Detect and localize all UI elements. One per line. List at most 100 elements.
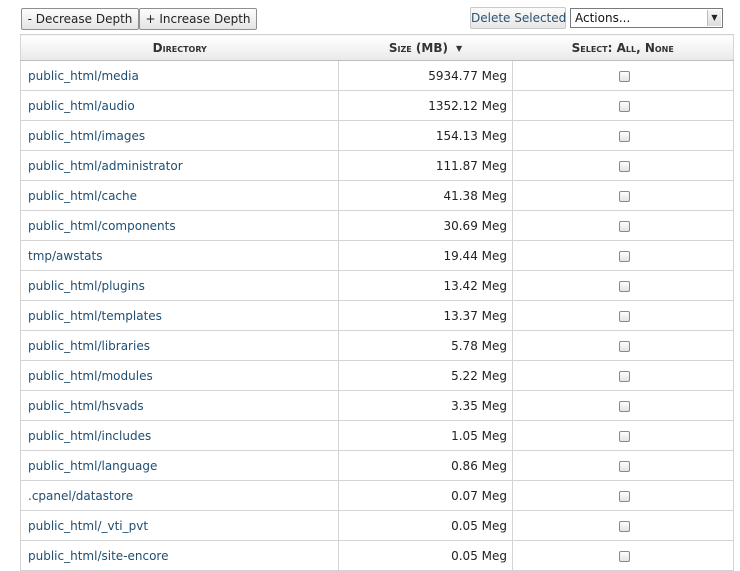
table-row: public_html/language 0.86 Meg xyxy=(20,450,734,481)
row-checkbox[interactable] xyxy=(618,250,630,262)
directory-column-header[interactable]: Directory xyxy=(20,34,339,61)
table-row: public_html/_vti_pvt 0.05 Meg xyxy=(20,510,734,541)
row-checkbox[interactable] xyxy=(618,460,630,472)
select-cell xyxy=(512,360,734,391)
size-cell: 5.22 Meg xyxy=(338,360,513,391)
size-cell: 0.05 Meg xyxy=(338,540,513,571)
size-cell: 5.78 Meg xyxy=(338,330,513,361)
directory-link[interactable]: public_html/audio xyxy=(28,99,135,113)
size-cell: 111.87 Meg xyxy=(338,150,513,181)
table-row: public_html/media 5934.77 Meg xyxy=(20,60,734,91)
size-cell: 0.05 Meg xyxy=(338,510,513,541)
row-checkbox[interactable] xyxy=(618,70,630,82)
directory-cell: public_html/language xyxy=(20,450,339,481)
select-cell xyxy=(512,180,734,211)
directory-link[interactable]: public_html/images xyxy=(28,129,145,143)
select-cell xyxy=(512,210,734,241)
directory-link[interactable]: public_html/hsvads xyxy=(28,399,144,413)
select-cell xyxy=(512,450,734,481)
size-cell: 3.35 Meg xyxy=(338,390,513,421)
directory-cell: public_html/components xyxy=(20,210,339,241)
actions-select[interactable]: Actions... ▼ xyxy=(570,8,723,28)
size-cell: 154.13 Meg xyxy=(338,120,513,151)
table-row: public_html/audio 1352.12 Meg xyxy=(20,90,734,121)
directory-cell: public_html/hsvads xyxy=(20,390,339,421)
row-checkbox[interactable] xyxy=(618,130,630,142)
row-checkbox[interactable] xyxy=(618,280,630,292)
select-cell xyxy=(512,420,734,451)
directory-link[interactable]: public_html/libraries xyxy=(28,339,150,353)
directory-link[interactable]: public_html/language xyxy=(28,459,157,473)
select-all-none-label[interactable]: Select: All, None xyxy=(572,41,674,55)
row-checkbox[interactable] xyxy=(618,520,630,532)
size-column-header[interactable]: Size (MB) ▼ xyxy=(338,34,513,61)
directory-link[interactable]: tmp/awstats xyxy=(28,249,103,263)
chevron-down-icon[interactable]: ▼ xyxy=(707,10,721,26)
row-checkbox[interactable] xyxy=(618,190,630,202)
select-cell xyxy=(512,480,734,511)
select-cell xyxy=(512,90,734,121)
size-cell: 1.05 Meg xyxy=(338,420,513,451)
select-cell xyxy=(512,240,734,271)
delete-selected-button[interactable]: Delete Selected xyxy=(470,7,566,29)
table-row: public_html/site-encore 0.05 Meg xyxy=(20,540,734,571)
table-row: .cpanel/datastore 0.07 Meg xyxy=(20,480,734,511)
sort-desc-icon[interactable]: ▼ xyxy=(456,44,462,53)
table-row: public_html/includes 1.05 Meg xyxy=(20,420,734,451)
directory-header-label[interactable]: Directory xyxy=(153,41,207,55)
select-cell xyxy=(512,270,734,301)
directory-cell: .cpanel/datastore xyxy=(20,480,339,511)
size-cell: 19.44 Meg xyxy=(338,240,513,271)
select-cell xyxy=(512,300,734,331)
row-checkbox[interactable] xyxy=(618,220,630,232)
row-checkbox[interactable] xyxy=(618,490,630,502)
row-checkbox[interactable] xyxy=(618,310,630,322)
row-checkbox[interactable] xyxy=(618,340,630,352)
directory-link[interactable]: public_html/cache xyxy=(28,189,137,203)
directory-cell: public_html/administrator xyxy=(20,150,339,181)
size-cell: 13.42 Meg xyxy=(338,270,513,301)
size-cell: 1352.12 Meg xyxy=(338,90,513,121)
select-cell xyxy=(512,510,734,541)
directory-cell: public_html/images xyxy=(20,120,339,151)
directory-cell: public_html/_vti_pvt xyxy=(20,510,339,541)
row-checkbox[interactable] xyxy=(618,160,630,172)
directory-cell: public_html/modules xyxy=(20,360,339,391)
directory-link[interactable]: public_html/_vti_pvt xyxy=(28,519,148,533)
size-cell: 0.07 Meg xyxy=(338,480,513,511)
size-header-label[interactable]: Size (MB) xyxy=(389,41,448,55)
directory-cell: public_html/templates xyxy=(20,300,339,331)
table-row: public_html/plugins 13.42 Meg xyxy=(20,270,734,301)
directory-link[interactable]: public_html/modules xyxy=(28,369,153,383)
directory-link[interactable]: public_html/components xyxy=(28,219,176,233)
row-checkbox[interactable] xyxy=(618,100,630,112)
table-row: public_html/libraries 5.78 Meg xyxy=(20,330,734,361)
table-row: public_html/cache 41.38 Meg xyxy=(20,180,734,211)
directory-link[interactable]: public_html/site-encore xyxy=(28,549,168,563)
select-cell xyxy=(512,390,734,421)
increase-depth-button[interactable]: + Increase Depth xyxy=(139,8,257,30)
select-cell xyxy=(512,330,734,361)
size-cell: 5934.77 Meg xyxy=(338,60,513,91)
size-cell: 41.38 Meg xyxy=(338,180,513,211)
table-row: public_html/administrator 111.87 Meg xyxy=(20,150,734,181)
select-cell xyxy=(512,540,734,571)
directory-link[interactable]: public_html/media xyxy=(28,69,139,83)
row-checkbox[interactable] xyxy=(618,430,630,442)
row-checkbox[interactable] xyxy=(618,550,630,562)
decrease-depth-button[interactable]: - Decrease Depth xyxy=(21,8,139,30)
row-checkbox[interactable] xyxy=(618,400,630,412)
size-cell: 13.37 Meg xyxy=(338,300,513,331)
directory-cell: public_html/audio xyxy=(20,90,339,121)
directory-link[interactable]: public_html/templates xyxy=(28,309,162,323)
directory-cell: public_html/site-encore xyxy=(20,540,339,571)
table-row: tmp/awstats 19.44 Meg xyxy=(20,240,734,271)
table-row: public_html/templates 13.37 Meg xyxy=(20,300,734,331)
directory-link[interactable]: public_html/includes xyxy=(28,429,151,443)
row-checkbox[interactable] xyxy=(618,370,630,382)
directory-link[interactable]: public_html/plugins xyxy=(28,279,145,293)
directory-link[interactable]: public_html/administrator xyxy=(28,159,183,173)
select-cell xyxy=(512,120,734,151)
toolbar: - Decrease Depth + Increase Depth Delete… xyxy=(0,0,740,34)
directory-link[interactable]: .cpanel/datastore xyxy=(28,489,133,503)
